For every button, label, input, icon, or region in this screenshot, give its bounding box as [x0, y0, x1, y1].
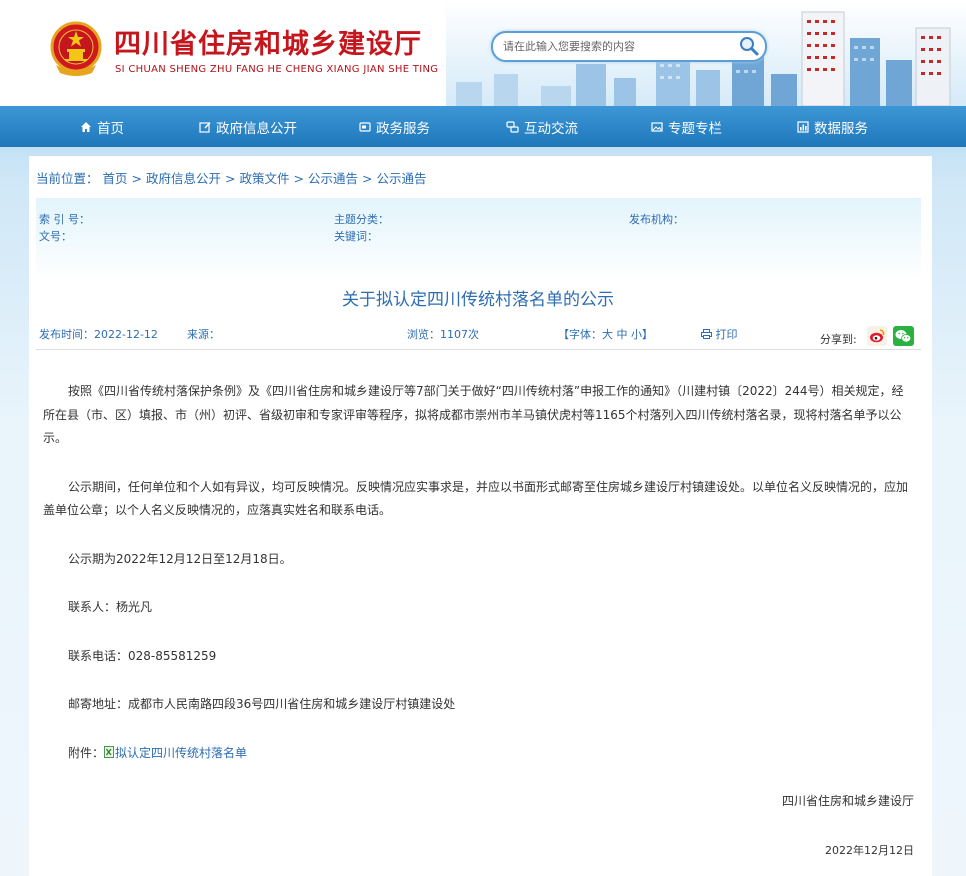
search-box [491, 31, 767, 62]
nav-special-topics[interactable]: 专题专栏 [651, 106, 722, 147]
meta-topic-category: 主题分类： [334, 213, 389, 226]
image-icon [651, 121, 663, 132]
print-button[interactable]: 打印 [701, 326, 738, 342]
print-label: 打印 [715, 328, 738, 341]
nav-data-service-label: 数据服务 [814, 120, 868, 137]
breadcrumb-separator: > [225, 171, 236, 186]
breadcrumb-home[interactable]: 首页 [103, 171, 128, 186]
national-emblem-logo [50, 21, 102, 76]
contact-person: 联系人：杨光凡 [68, 600, 153, 614]
interaction-icon [506, 120, 519, 133]
meta-index-number: 索 引 号： [39, 213, 90, 226]
home-icon [81, 121, 91, 132]
font-size-control: 【字体：大 中 小】 [558, 326, 653, 342]
excel-file-icon [104, 745, 115, 758]
nav-interaction-label: 互动交流 [524, 120, 578, 137]
site-header: 四川省住房和城乡建设厅 SI CHUAN SHENG ZHU FANG HE C… [0, 0, 966, 106]
meta-document-number: 文号： [39, 230, 72, 243]
main-navigation: 首页 政府信息公开 政务服务 互动交流 专题专栏 数据服务 [0, 106, 966, 147]
nav-gov-info[interactable]: 政府信息公开 [199, 106, 297, 147]
site-subtitle: SI CHUAN SHENG ZHU FANG HE CHENG XIANG J… [115, 64, 439, 75]
article-body: 按照《四川省传统村落保护条例》及《四川省住房和城乡建设厅等7部门关于做好“四川传… [43, 380, 915, 765]
nav-gov-service-label: 政务服务 [376, 120, 430, 137]
breadcrumb-gov-info[interactable]: 政府信息公开 [146, 171, 221, 186]
document-metadata: 索 引 号： 主题分类： 发布机构： 文号： 关键词： [36, 198, 921, 280]
font-size-suffix: 】 [642, 328, 653, 341]
search-input[interactable] [503, 37, 733, 55]
breadcrumb-prefix: 当前位置： [36, 171, 99, 186]
signature: 四川省住房和城乡建设厅 [781, 794, 914, 808]
publish-time: 发布时间：2022-12-12 [39, 328, 158, 341]
nav-home[interactable]: 首页 [80, 106, 124, 147]
weibo-share-icon[interactable] [867, 326, 887, 346]
mailing-address: 邮寄地址：成都市人民南路四段36号四川省住房和城乡建设厅村镇建设处 [68, 697, 456, 711]
font-size-large-button[interactable]: 大 [602, 328, 613, 341]
search-icon[interactable] [737, 34, 761, 58]
breadcrumb-separator: > [131, 171, 142, 186]
breadcrumb-notices[interactable]: 公示通告 [308, 171, 358, 186]
nav-gov-info-label: 政府信息公开 [216, 120, 297, 137]
site-title: 四川省住房和城乡建设厅 [114, 29, 422, 60]
share-label: 分享到: [820, 333, 857, 346]
meta-publisher: 发布机构： [629, 213, 684, 226]
font-size-prefix: 【字体： [558, 328, 602, 341]
edit-icon [199, 121, 211, 133]
attachment-row: 附件： 拟认定四川传统村落名单 [43, 742, 915, 766]
service-icon [359, 121, 371, 132]
wechat-share-icon[interactable] [893, 326, 914, 346]
article-source: 来源： [187, 328, 220, 341]
font-size-medium-button[interactable]: 中 [617, 328, 628, 341]
breadcrumb-separator: > [362, 171, 373, 186]
nav-home-label: 首页 [97, 120, 124, 137]
meta-keywords: 关键词： [334, 230, 378, 243]
print-icon [701, 329, 712, 339]
view-count: 浏览：1107次 [407, 328, 479, 341]
article-paragraph: 公示期间，任何单位和个人如有异议，均可反映情况。反映情况应实事求是，并应以书面形… [43, 479, 909, 518]
contact-phone: 联系电话：028-85581259 [68, 648, 217, 663]
nav-data-service[interactable]: 数据服务 [797, 106, 868, 147]
breadcrumb: 当前位置： 首页 > 政府信息公开 > 政策文件 > 公示通告 > 公示通告 [36, 168, 427, 187]
signature-date: 2022年12月12日 [825, 844, 914, 857]
attachment-link[interactable]: 拟认定四川传统村落名单 [115, 746, 247, 760]
divider [36, 349, 921, 350]
nav-special-topics-label: 专题专栏 [668, 120, 722, 137]
nav-interaction[interactable]: 互动交流 [506, 106, 578, 147]
content-panel: 当前位置： 首页 > 政府信息公开 > 政策文件 > 公示通告 > 公示通告 索 引 号： 主题… [29, 156, 932, 876]
breadcrumb-policy-docs[interactable]: 政策文件 [240, 171, 290, 186]
article-paragraph: 按照《四川省传统村落保护条例》及《四川省住房和城乡建设厅等7部门关于做好“四川传… [43, 384, 904, 445]
font-size-small-button[interactable]: 小 [631, 328, 642, 341]
breadcrumb-notices-current[interactable]: 公示通告 [377, 171, 427, 186]
breadcrumb-separator: > [293, 171, 304, 186]
article-title: 关于拟认定四川传统村落名单的公示 [342, 290, 614, 310]
chart-icon [797, 120, 809, 133]
nav-gov-service[interactable]: 政务服务 [359, 106, 430, 147]
attachment-label: 附件： [68, 745, 105, 760]
article-paragraph: 公示期为2022年12月12日至12月18日。 [68, 551, 292, 566]
